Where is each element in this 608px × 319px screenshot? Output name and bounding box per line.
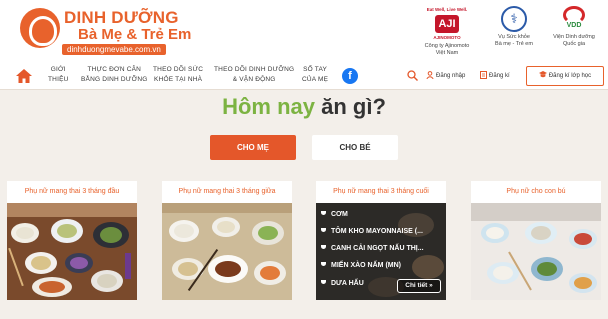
partner-ajinomoto[interactable]: Eat Well, Live Well. AJI AJINOMOTO Công … — [418, 6, 476, 57]
facebook-icon[interactable]: f — [342, 68, 358, 84]
caduceus-icon: ⚕ — [501, 6, 527, 32]
nav-label: GIỚI — [50, 66, 66, 73]
ajinomoto-wordmark: AJINOMOTO — [433, 35, 461, 40]
partner-name-line2: Quốc gia — [562, 41, 585, 47]
nav-item-so-tay[interactable]: SỔ TAY CỦA MẸ — [302, 65, 328, 85]
register-class-label: Đăng kí lớp học — [548, 73, 592, 79]
site-header: DINH DƯỠNG Bà Mẹ & Trẻ Em dinhduongmevab… — [0, 0, 608, 62]
logo-title: DINH DƯỠNG — [64, 8, 179, 27]
nav-item-thuc-don[interactable]: THỰC ĐƠN CÂN BẰNG DINH DƯỠNG — [81, 65, 148, 85]
user-icon — [426, 71, 434, 79]
nav-label: THỰC ĐƠN CÂN — [87, 66, 142, 73]
register-label: Đăng kí — [489, 73, 510, 79]
card-title: Phụ nữ mang thai 3 tháng đầu — [24, 188, 120, 195]
meal-menu-overlay: CƠM TÔM KHO MAYONNAISE (... CANH CẢI NGỌ… — [316, 203, 446, 300]
bowl-icon — [321, 228, 326, 232]
nav-item-theo-doi-suc-khoe[interactable]: THEO DÕI SỨC KHỎE TẠI NHÀ — [153, 65, 203, 85]
home-icon[interactable] — [16, 69, 32, 83]
bowl-icon — [321, 211, 326, 215]
meal-card-first-trimester[interactable]: Phụ nữ mang thai 3 tháng đầu — [7, 181, 137, 300]
nav-label: & VẬN ĐỘNG — [232, 76, 276, 83]
partner-name-line1: Viện Dinh dưỡng — [553, 34, 595, 40]
partner-name-line2: Việt Nam — [435, 50, 459, 56]
document-icon — [480, 71, 487, 79]
detail-button[interactable]: Chi tiết » — [397, 279, 441, 293]
headline-dark: ăn gì? — [321, 94, 386, 119]
card-title: Phụ nữ mang thai 3 tháng giữa — [178, 188, 276, 195]
tab-cho-be[interactable]: CHO BÉ — [312, 135, 398, 160]
partner-name-line2: Bà mẹ - Trẻ em — [495, 41, 533, 47]
site-logo[interactable]: DINH DƯỠNG Bà Mẹ & Trẻ Em dinhduongmevab… — [20, 6, 191, 55]
nav-label: THEO DÕI DINH DƯỠNG — [214, 66, 295, 73]
nav-item-gioi-thieu[interactable]: GIỚI THIỆU — [48, 65, 69, 85]
partner-vu-suc-khoe[interactable]: ⚕ Vụ Sức khỏe Bà mẹ - Trẻ em — [485, 6, 543, 48]
bowl-icon — [321, 280, 326, 284]
mother-baby-logo-icon — [20, 8, 60, 48]
detail-label: Chi tiết — [405, 282, 428, 289]
vdd-logo-text: VDD — [566, 22, 582, 29]
search-icon[interactable] — [407, 70, 418, 81]
nav-label: THIỆU — [48, 76, 69, 83]
meal-photo-image — [7, 203, 137, 300]
partner-name-line1: Vụ Sức khỏe — [498, 34, 530, 40]
tab-cho-me[interactable]: CHO MẸ — [210, 135, 296, 160]
nav-label: BẰNG DINH DƯỠNG — [81, 76, 148, 83]
menu-item-label: TÔM KHO MAYONNAISE (... — [331, 228, 423, 235]
main-nav: GIỚI THIỆU THỰC ĐƠN CÂN BẰNG DINH DƯỠNG … — [0, 62, 608, 90]
meal-photo-image — [162, 203, 292, 300]
register-link[interactable]: Đăng kí — [480, 71, 510, 79]
headline-green: Hôm nay — [222, 94, 315, 119]
menu-item: MIẾN XÀO NẤM (MN) — [321, 262, 401, 269]
ajinomoto-logo-icon: AJI — [435, 15, 459, 33]
nav-label: KHỎE TẠI NHÀ — [154, 76, 203, 83]
login-label: Đăng nhập — [436, 73, 466, 79]
menu-item: CƠM — [321, 211, 348, 218]
login-link[interactable]: Đăng nhập — [426, 71, 465, 79]
menu-item: DƯA HẤU — [321, 280, 364, 287]
meal-card-third-trimester[interactable]: Phụ nữ mang thai 3 tháng cuối CƠM TÔM KH… — [316, 181, 446, 300]
ajinomoto-tagline: Eat Well, Live Well. — [426, 7, 468, 12]
meal-card-breastfeeding[interactable]: Phụ nữ cho con bú — [471, 181, 601, 300]
menu-item-label: DƯA HẤU — [331, 280, 364, 287]
page-headline: Hôm nay ăn gì? — [0, 94, 608, 120]
meal-card-second-trimester[interactable]: Phụ nữ mang thai 3 tháng giữa — [162, 181, 292, 300]
menu-item: CANH CẢI NGỌT NẤU THỊ... — [321, 245, 424, 252]
nav-item-theo-doi-dinh-duong[interactable]: THEO DÕI DINH DƯỠNG & VẬN ĐỘNG — [214, 65, 294, 85]
card-title: Phụ nữ cho con bú — [506, 188, 566, 195]
partner-name-line1: Công ty Ajinomoto — [424, 43, 470, 49]
vdd-logo-icon: VDD — [561, 6, 587, 32]
bowl-icon — [321, 245, 326, 249]
nav-label: SỔ TAY — [303, 66, 328, 73]
logo-subtitle: Bà Mẹ & Trẻ Em — [78, 26, 192, 43]
bowl-icon — [321, 262, 326, 266]
double-chevron-right-icon: » — [429, 282, 433, 289]
menu-item: TÔM KHO MAYONNAISE (... — [321, 228, 423, 235]
menu-item-label: MIẾN XÀO NẤM (MN) — [331, 262, 401, 269]
meal-photo-image — [471, 203, 601, 300]
partner-vien-dinh-duong[interactable]: VDD Viện Dinh dưỡng Quốc gia — [545, 6, 603, 48]
menu-item-label: CANH CẢI NGỌT NẤU THỊ... — [331, 245, 424, 252]
nav-label: THEO DÕI SỨC — [153, 66, 204, 73]
nav-label: CỦA MẸ — [302, 76, 329, 83]
register-class-button[interactable]: Đăng kí lớp học — [526, 66, 604, 86]
card-title: Phụ nữ mang thai 3 tháng cuối — [333, 188, 429, 195]
graduation-cap-icon — [538, 71, 547, 78]
menu-item-label: CƠM — [331, 211, 348, 218]
logo-url: dinhduongmevabe.com.vn — [62, 44, 166, 55]
